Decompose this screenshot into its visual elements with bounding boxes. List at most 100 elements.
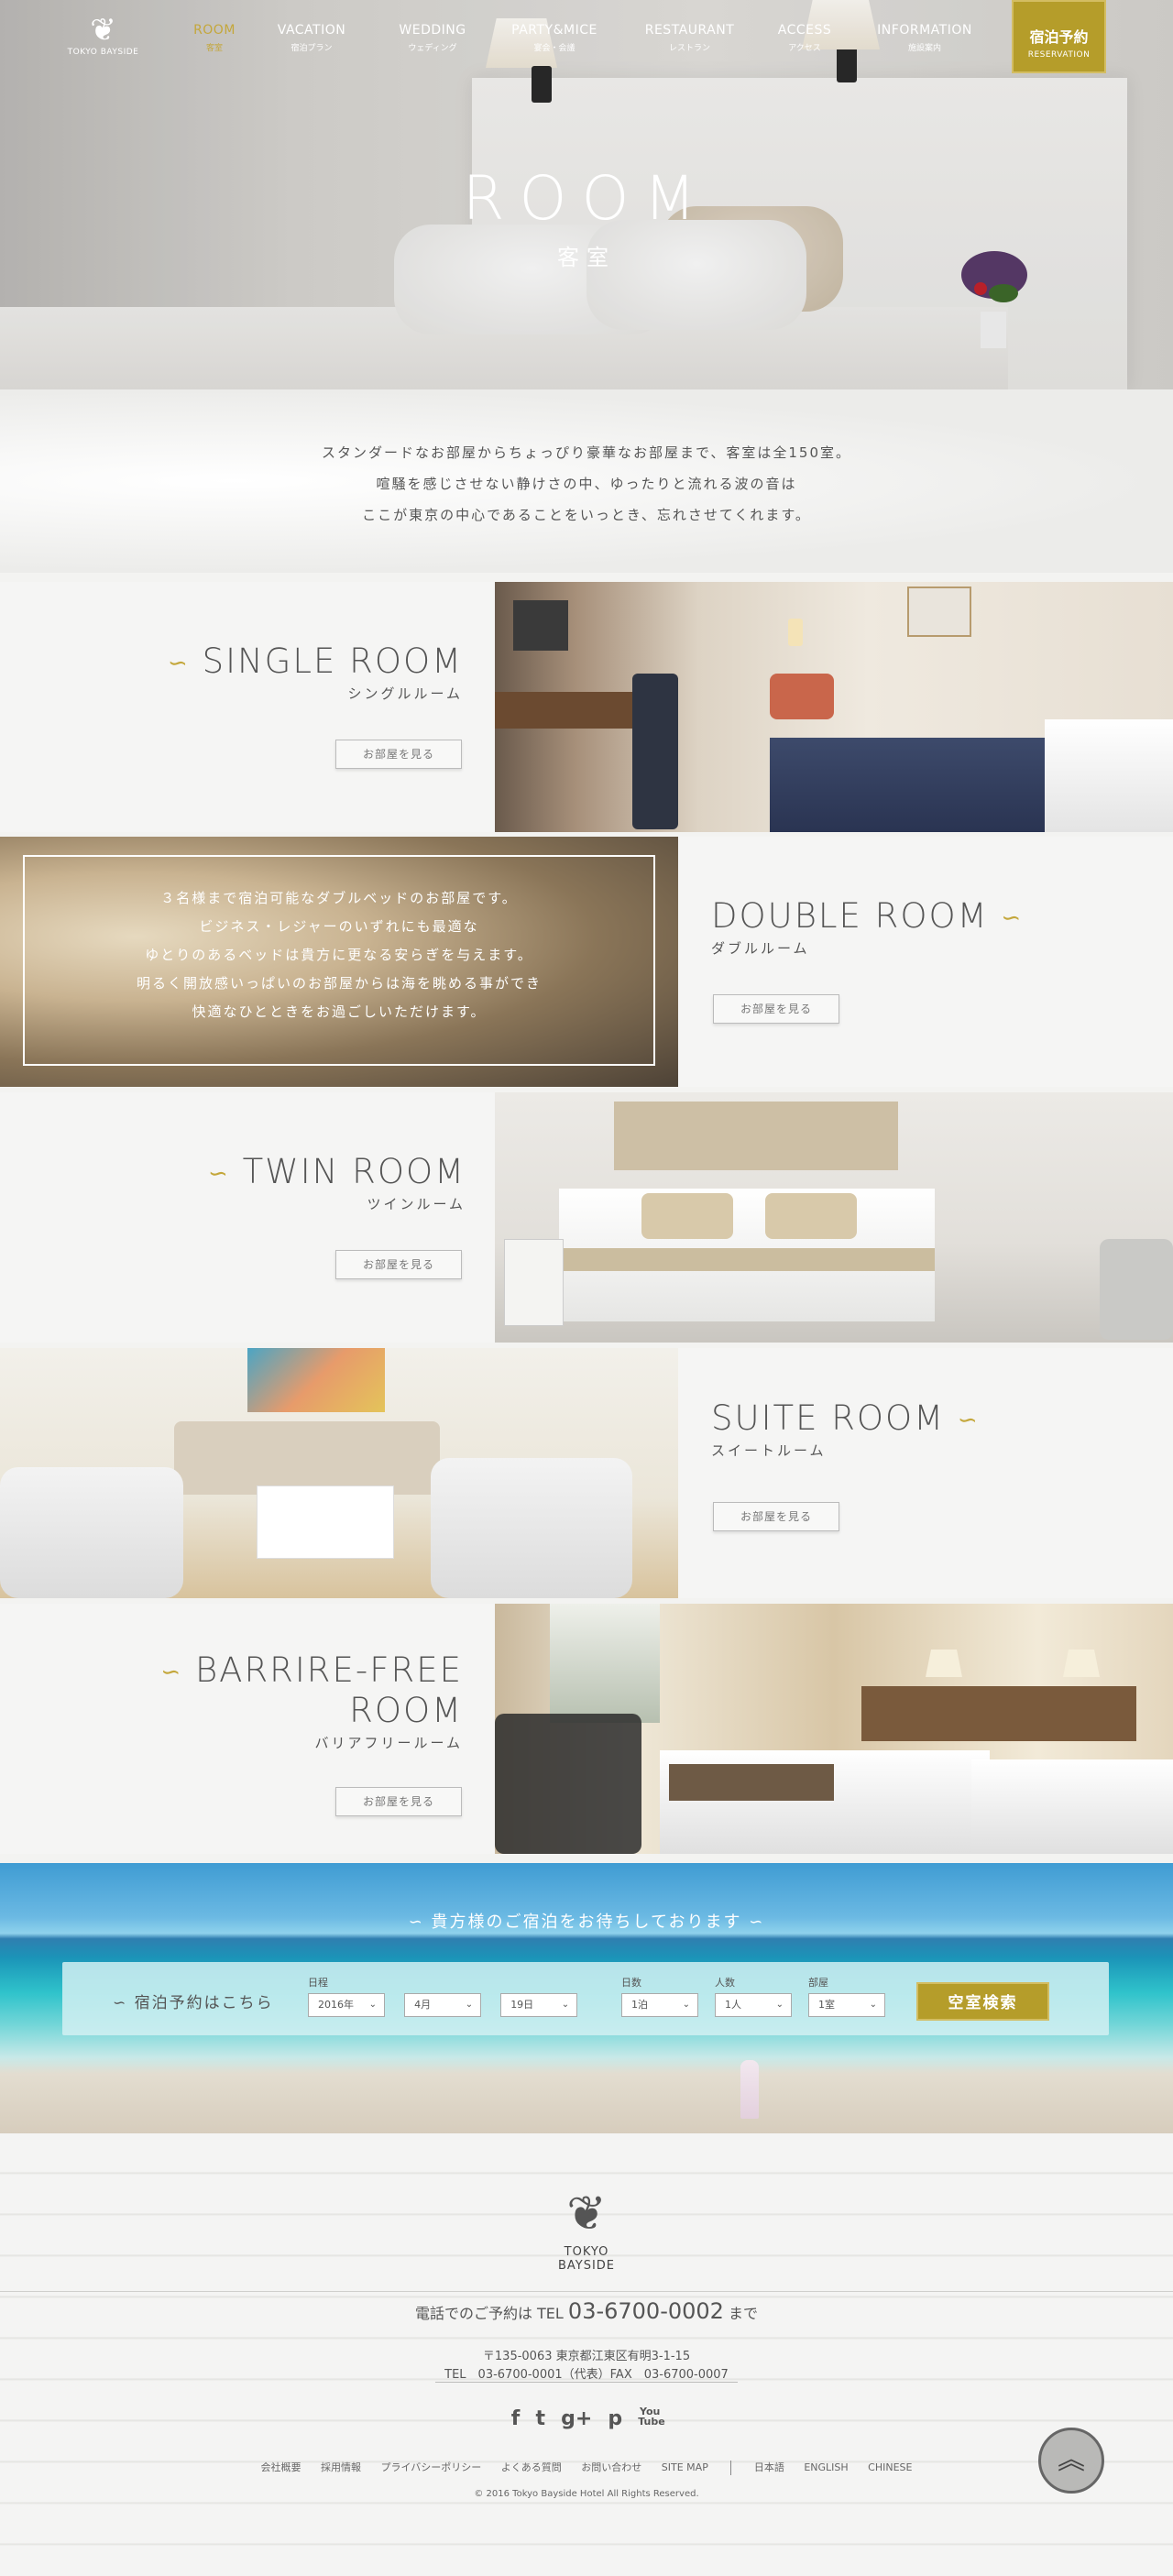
armchair-image [431, 1458, 632, 1598]
view-room-button[interactable]: お部屋を見る [713, 994, 839, 1024]
room-subtitle: シングルルーム [347, 685, 463, 702]
nav-item-access[interactable]: ACCESS アクセス [773, 23, 837, 53]
shell-logo-icon: ❦ [90, 12, 116, 49]
booking-form-label-text: 宿泊予約はこちら [134, 1994, 274, 2012]
rooms-label: 部屋 [808, 1977, 828, 1989]
nights-value: 1泊 [631, 1999, 648, 2011]
wave-ornament-icon: ∽ [408, 1913, 424, 1932]
language-japanese[interactable]: 日本語 [754, 2461, 784, 2473]
twitter-icon[interactable]: t [535, 2407, 545, 2430]
room-single: ∽ SINGLE ROOM シングルルーム お部屋を見る [0, 582, 1173, 832]
room-title-text: DOUBLE ROOM [711, 896, 989, 936]
view-room-button[interactable]: お部屋を見る [335, 1250, 462, 1279]
reservation-label-en: RESERVATION [1027, 50, 1091, 60]
bed-image [971, 1759, 1173, 1854]
footer-links: 会社概要 採用情報 プライバシーポリシー よくある質問 お問い合わせ SITE … [0, 2460, 1173, 2475]
footer-link-recruit[interactable]: 採用情報 [321, 2461, 361, 2473]
room-text: ∽ SINGLE ROOM シングルルーム [0, 641, 463, 703]
language-english[interactable]: ENGLISH [804, 2461, 848, 2473]
sofa-image [174, 1421, 440, 1495]
footer: ❦ TOKYO BAYSIDE 電話でのご予約は TEL 03-6700-000… [0, 2133, 1173, 2576]
rooms-select[interactable]: 1室 ⌄ [808, 1993, 885, 2017]
lamp-image [788, 619, 803, 646]
language-chinese[interactable]: CHINESE [868, 2461, 912, 2473]
footer-link-contact[interactable]: お問い合わせ [581, 2461, 641, 2473]
headboard-panel-image [614, 1102, 898, 1170]
month-value: 4月 [414, 1999, 432, 2011]
vacancy-search-button[interactable]: 空室検索 [916, 1982, 1049, 2021]
page-top-button[interactable]: ︽ [1038, 2428, 1104, 2494]
view-room-button[interactable]: お部屋を見る [335, 1787, 462, 1816]
nav-item-room[interactable]: ROOM 客室 [192, 23, 237, 53]
nav-item-wedding[interactable]: WEDDING ウェディング [396, 23, 469, 53]
nights-select[interactable]: 1泊 ⌄ [621, 1993, 698, 2017]
lamp-image [1063, 1650, 1100, 1677]
nightstand-image [504, 1239, 564, 1326]
chevron-down-icon: ⌄ [465, 2000, 474, 2010]
room-title-text: ROOM [349, 1690, 463, 1730]
nav-label-jp: アクセス [788, 44, 821, 53]
rooms-group: 部屋 1室 ⌄ [808, 1975, 900, 2017]
intro-line: ここが東京の中心であることをいっとき、忘れさせてくれます。 [362, 507, 811, 523]
wave-ornament-icon: ∽ [749, 1913, 765, 1932]
room-title: ∽ TWIN ROOM [0, 1152, 466, 1191]
description-line: ３名様まで宿泊可能なダブルベッドのお部屋です。 [160, 890, 518, 906]
nav-label-jp: ウェディング [408, 44, 457, 53]
room-title-text: BARRIRE-FREE [194, 1650, 463, 1690]
nav-item-restaurant[interactable]: RESTAURANT レストラン [641, 23, 738, 53]
year-select[interactable]: 2016年 ⌄ [308, 1993, 385, 2017]
room-barrier-free: ∽ BARRIRE-FREE ROOM バリアフリールーム お部屋を見る [0, 1604, 1173, 1854]
pinterest-icon[interactable]: p [608, 2407, 622, 2430]
swirl-ornament-icon: ∽ [1001, 904, 1024, 932]
footer-logo[interactable]: ❦ TOKYO BAYSIDE [541, 2187, 632, 2273]
nav-label-en: PARTY&MICE [511, 23, 597, 38]
nav-item-party-mice[interactable]: PARTY&MICE 宴会・会議 [504, 23, 605, 53]
reservation-label-jp: 宿泊予約 [1029, 28, 1089, 46]
booking-form-label: ∽ 宿泊予約はこちら [113, 1990, 274, 2012]
swirl-ornament-icon: ∽ [160, 1658, 183, 1686]
description-line: ビジネス・レジャーのいずれにも最適な [199, 918, 479, 935]
room-title-text: TWIN ROOM [242, 1152, 466, 1191]
tel-suffix: まで [729, 2305, 759, 2322]
booking-headline-text: 貴方様のご宿泊をお待ちしております [431, 1913, 742, 1932]
footer-link-sitemap[interactable]: SITE MAP [662, 2461, 708, 2473]
social-links: f t g+ p You Tube [504, 2406, 669, 2430]
people-label: 人数 [715, 1977, 735, 1989]
view-room-button[interactable]: お部屋を見る [713, 1502, 839, 1531]
nav-label-en: VACATION [277, 23, 346, 38]
room-description: ３名様まで宿泊可能なダブルベッドのお部屋です。 ビジネス・レジャーのいずれにも最… [23, 884, 655, 1026]
footer-link-faq[interactable]: よくある質問 [501, 2461, 562, 2473]
nights-label: 日数 [621, 1977, 641, 1989]
footer-link-privacy[interactable]: プライバシーポリシー [381, 2461, 482, 2473]
view-room-button[interactable]: お部屋を見る [335, 740, 462, 769]
reservation-button[interactable]: 宿泊予約 RESERVATION [1012, 0, 1106, 73]
room-title: ∽ SINGLE ROOM [0, 641, 463, 681]
chevron-down-icon: ⌄ [775, 2000, 784, 2010]
nav-label-en: ACCESS [777, 23, 832, 38]
nav-item-vacation[interactable]: VACATION 宿泊プラン [270, 23, 353, 53]
desk-image [495, 692, 632, 729]
intro-line: 喧騒を感じさせない静けさの中、ゆったりと流れる波の音は [376, 476, 797, 492]
google-plus-icon[interactable]: g+ [561, 2407, 592, 2430]
facebook-icon[interactable]: f [511, 2407, 521, 2430]
headboard-image [861, 1686, 1136, 1741]
site-logo[interactable]: ❦ TOKYO BAYSIDE [64, 13, 142, 57]
rooms-value: 1室 [818, 1999, 835, 2011]
nav-label-jp: 客室 [205, 44, 223, 53]
nav-item-information[interactable]: INFORMATION 施設案内 [873, 23, 976, 53]
armchair-image [0, 1467, 183, 1598]
beach-walker-image [740, 2060, 759, 2119]
swirl-ornament-icon: ∽ [957, 1406, 980, 1434]
link-separator [730, 2461, 732, 2475]
month-select[interactable]: 4月 ⌄ [404, 1993, 482, 2017]
footer-link-company[interactable]: 会社概要 [261, 2461, 301, 2473]
reservation-phone: 電話でのご予約は TEL 03-6700-0002 まで [0, 2298, 1173, 2324]
tel-number: 03-6700-0002 [567, 2298, 724, 2324]
youtube-icon[interactable]: You Tube [638, 2406, 664, 2427]
page-title-jp: 客室 [557, 245, 616, 270]
description-line: 快適なひとときをお過ごしいただけます。 [192, 1003, 487, 1020]
day-select[interactable]: 19日 ⌄ [500, 1993, 578, 2017]
page-title-en: ROOM [462, 163, 711, 234]
people-select[interactable]: 1人 ⌄ [715, 1993, 792, 2017]
people-value: 1人 [725, 1999, 741, 2011]
